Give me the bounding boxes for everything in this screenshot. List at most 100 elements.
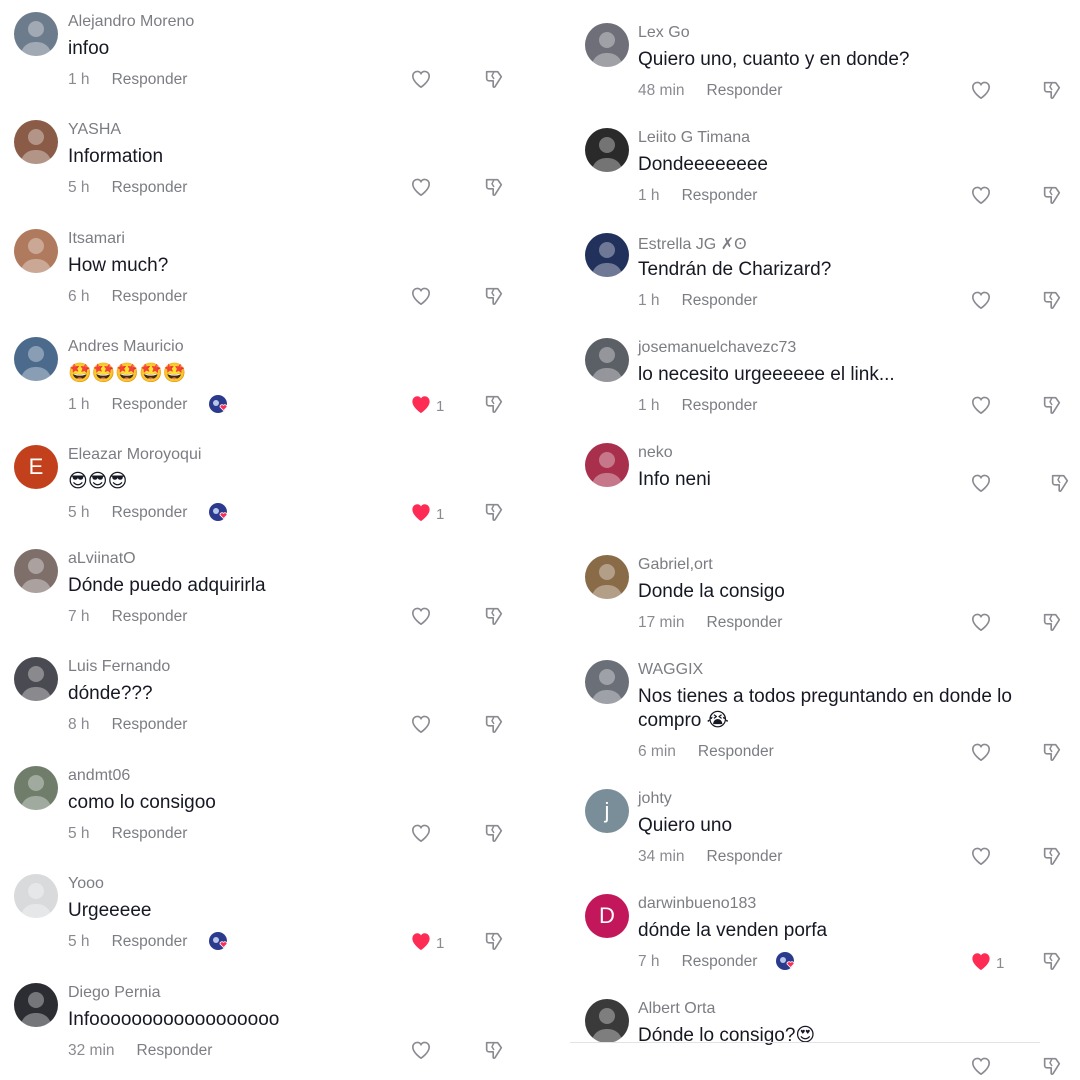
dislike-button[interactable] — [1038, 183, 1066, 211]
user-avatar[interactable] — [585, 23, 629, 67]
dislike-button[interactable] — [480, 712, 508, 740]
reply-button[interactable]: Responder — [707, 848, 783, 866]
comment-username[interactable]: Andres Mauricio — [68, 338, 184, 356]
reply-button[interactable]: Responder — [112, 396, 188, 414]
like-button[interactable] — [410, 175, 452, 203]
like-button[interactable] — [970, 610, 1012, 638]
user-avatar[interactable]: E — [14, 445, 58, 489]
reply-button[interactable]: Responder — [682, 292, 758, 310]
user-avatar[interactable] — [14, 766, 58, 810]
like-button[interactable] — [970, 183, 1012, 211]
reply-button[interactable]: Responder — [707, 82, 783, 100]
like-button[interactable] — [410, 821, 452, 849]
dislike-button[interactable] — [480, 500, 508, 528]
like-button[interactable]: 1 — [410, 500, 452, 528]
user-avatar[interactable] — [14, 983, 58, 1027]
like-button[interactable] — [970, 740, 1012, 768]
comment-username[interactable]: Itsamari — [68, 230, 125, 248]
reply-button[interactable]: Responder — [682, 953, 758, 971]
comment-username[interactable]: johty — [638, 790, 672, 808]
dislike-button[interactable] — [1038, 288, 1066, 316]
dislike-button[interactable] — [1038, 949, 1066, 977]
dislike-button[interactable] — [480, 1038, 508, 1066]
reply-button[interactable]: Responder — [112, 179, 188, 197]
reply-button[interactable]: Responder — [112, 288, 188, 306]
reply-button[interactable]: Responder — [112, 716, 188, 734]
user-avatar[interactable] — [14, 549, 58, 593]
reply-button[interactable]: Responder — [112, 933, 188, 951]
reply-button[interactable]: Responder — [112, 504, 188, 522]
reply-button[interactable]: Responder — [137, 1042, 213, 1060]
dislike-button[interactable] — [480, 929, 508, 957]
dislike-button[interactable] — [1038, 393, 1066, 421]
comment-username[interactable]: Lex Go — [638, 24, 690, 42]
dislike-button[interactable] — [1038, 844, 1066, 872]
dislike-button[interactable] — [480, 821, 508, 849]
heart-outline-icon — [410, 606, 432, 631]
dislike-button[interactable] — [1038, 740, 1066, 768]
user-avatar[interactable] — [14, 657, 58, 701]
user-avatar[interactable] — [14, 229, 58, 273]
user-avatar[interactable]: j — [585, 789, 629, 833]
comment-username[interactable]: aLviinatO — [68, 550, 136, 568]
comment-username[interactable]: darwinbueno183 — [638, 895, 756, 913]
reply-button[interactable]: Responder — [698, 743, 774, 761]
user-avatar[interactable] — [585, 999, 629, 1043]
comment-username[interactable]: Alejandro Moreno — [68, 13, 194, 31]
like-button[interactable] — [410, 604, 452, 632]
comment-username[interactable]: YASHA — [68, 121, 121, 139]
reply-button[interactable]: Responder — [112, 71, 188, 89]
dislike-button[interactable] — [480, 175, 508, 203]
dislike-button[interactable] — [480, 392, 508, 420]
user-avatar[interactable] — [585, 233, 629, 277]
comment-username[interactable]: andmt06 — [68, 767, 130, 785]
like-button[interactable] — [410, 284, 452, 312]
user-avatar[interactable] — [585, 660, 629, 704]
comment-username[interactable]: neko — [638, 444, 673, 462]
comment-username[interactable]: Diego Pernia — [68, 984, 161, 1002]
user-avatar[interactable]: D — [585, 894, 629, 938]
reply-button[interactable]: Responder — [112, 608, 188, 626]
like-button[interactable] — [970, 471, 1012, 499]
like-button[interactable] — [410, 712, 452, 740]
dislike-button[interactable] — [1038, 78, 1066, 106]
dislike-button[interactable] — [1038, 610, 1066, 638]
user-avatar[interactable] — [585, 338, 629, 382]
like-button[interactable]: 1 — [410, 929, 452, 957]
dislike-button[interactable] — [1046, 471, 1074, 499]
reply-button[interactable]: Responder — [112, 825, 188, 843]
comment-username[interactable]: WAGGIX — [638, 661, 703, 679]
dislike-button[interactable] — [480, 284, 508, 312]
like-button[interactable] — [970, 78, 1012, 106]
comment-username[interactable]: Leiito G Timana — [638, 129, 750, 147]
user-avatar[interactable] — [585, 555, 629, 599]
dislike-button[interactable] — [480, 604, 508, 632]
user-avatar[interactable] — [14, 874, 58, 918]
comment-username[interactable]: Estrella JG ✗ʘ — [638, 234, 747, 254]
like-button[interactable] — [970, 288, 1012, 316]
like-button[interactable] — [970, 844, 1012, 872]
reply-button[interactable]: Responder — [682, 397, 758, 415]
like-button[interactable]: 1 — [410, 392, 452, 420]
comment-username[interactable]: Albert Orta — [638, 1000, 715, 1018]
like-button[interactable]: 1 — [970, 949, 1012, 977]
user-avatar[interactable] — [585, 128, 629, 172]
reply-button[interactable]: Responder — [682, 187, 758, 205]
user-avatar[interactable] — [14, 120, 58, 164]
comment-username[interactable]: Luis Fernando — [68, 658, 170, 676]
comment-username[interactable]: Gabriel,ort — [638, 556, 713, 574]
like-button[interactable] — [970, 393, 1012, 421]
comment-timestamp: 17 min — [638, 614, 685, 631]
like-button[interactable] — [410, 67, 452, 95]
reply-button[interactable]: Responder — [707, 614, 783, 632]
comment-username[interactable]: Yooo — [68, 875, 104, 893]
comment-username[interactable]: josemanuelchavezc73 — [638, 339, 796, 357]
dislike-button[interactable] — [480, 67, 508, 95]
user-avatar[interactable] — [585, 443, 629, 487]
dislike-button[interactable] — [1038, 1054, 1066, 1080]
like-button[interactable] — [970, 1054, 1012, 1080]
user-avatar[interactable] — [14, 12, 58, 56]
user-avatar[interactable] — [14, 337, 58, 381]
comment-username[interactable]: Eleazar Moroyoqui — [68, 446, 201, 464]
like-button[interactable] — [410, 1038, 452, 1066]
